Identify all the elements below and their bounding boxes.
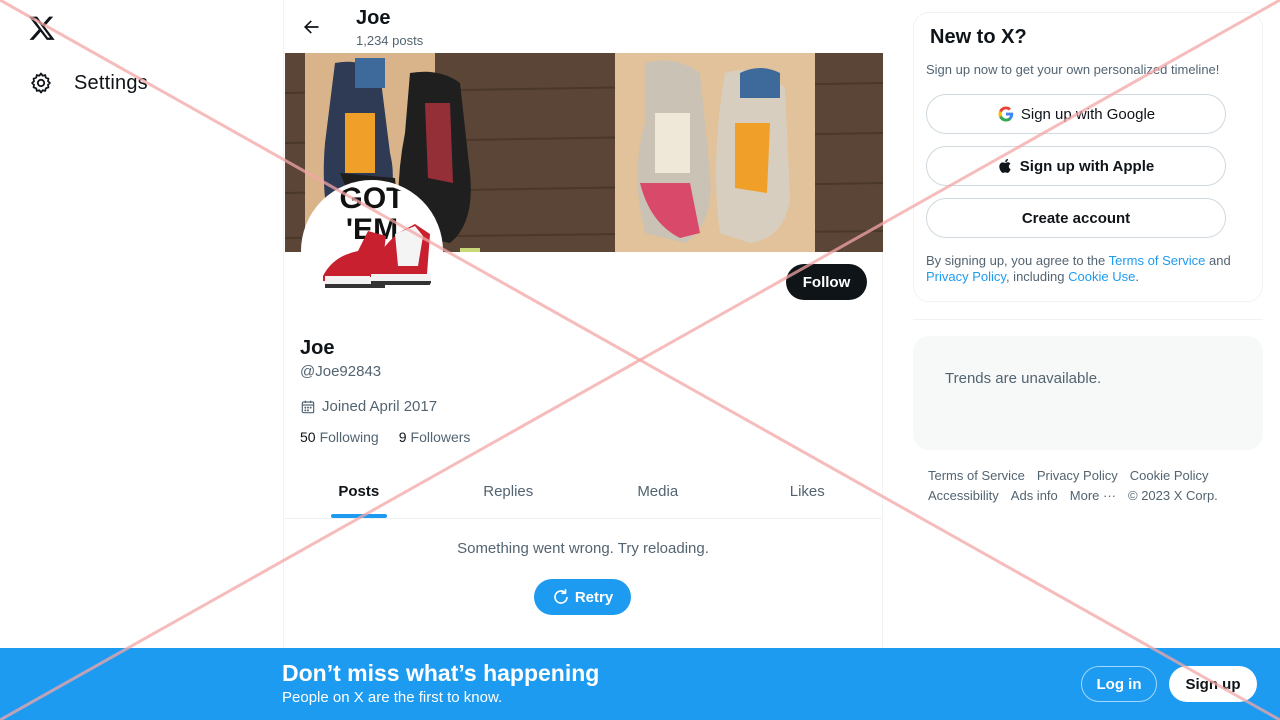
trends-unavailable-text: Trends are unavailable. bbox=[945, 370, 1102, 387]
following-link[interactable]: 50 Following bbox=[300, 429, 379, 445]
signup-apple-button[interactable]: Sign up with Apple bbox=[926, 146, 1226, 186]
apple-icon bbox=[999, 158, 1011, 173]
gear-icon bbox=[28, 70, 54, 96]
signup-subtitle: Sign up now to get your own personalized… bbox=[926, 62, 1220, 77]
sidebar-divider bbox=[913, 319, 1263, 320]
profile-handle: @Joe92843 bbox=[300, 363, 382, 380]
signup-legal-text: By signing up, you agree to the Terms of… bbox=[926, 253, 1252, 285]
privacy-link[interactable]: Privacy Policy bbox=[926, 269, 1006, 284]
footer-links: Terms of Service Privacy Policy Cookie Pol… bbox=[928, 466, 1258, 506]
avatar-image: GOT 'EM bbox=[305, 184, 439, 318]
following-count: 50 bbox=[300, 429, 316, 445]
main-column: Joe 1,234 posts GOT 'EM Follow Joe @Joe9… bbox=[283, 0, 884, 720]
signup-button[interactable]: Sign up bbox=[1169, 666, 1257, 702]
profile-header-bar: Joe 1,234 posts bbox=[284, 0, 884, 53]
bottom-signup-bar: Don’t miss what’s happening People on X … bbox=[0, 648, 1280, 720]
footer-cookie-link[interactable]: Cookie Policy bbox=[1130, 466, 1209, 486]
profile-name: Joe bbox=[300, 337, 335, 359]
footer-terms-link[interactable]: Terms of Service bbox=[928, 466, 1025, 486]
follow-stats: 50 Following 9 Followers bbox=[300, 429, 470, 445]
tab-posts[interactable]: Posts bbox=[284, 465, 434, 518]
footer-ads-link[interactable]: Ads info bbox=[1011, 486, 1058, 506]
header-name: Joe bbox=[356, 7, 391, 29]
legal-suffix: . bbox=[1135, 269, 1139, 284]
footer-privacy-link[interactable]: Privacy Policy bbox=[1037, 466, 1118, 486]
signup-apple-label: Sign up with Apple bbox=[1019, 157, 1155, 175]
google-icon bbox=[998, 106, 1014, 122]
nav-item-settings[interactable]: Settings bbox=[28, 68, 148, 98]
login-button[interactable]: Log in bbox=[1081, 666, 1157, 702]
retry-button[interactable]: Retry bbox=[534, 579, 631, 615]
create-account-button[interactable]: Create account bbox=[926, 198, 1226, 238]
retry-label: Retry bbox=[574, 588, 614, 606]
followers-label: Followers bbox=[410, 429, 471, 445]
nav-settings-label: Settings bbox=[74, 71, 148, 94]
followers-count: 9 bbox=[398, 429, 407, 445]
back-button[interactable] bbox=[296, 12, 326, 42]
signup-title: New to X? bbox=[930, 26, 1027, 48]
footer-more-link[interactable]: More ··· bbox=[1070, 486, 1116, 506]
bottom-bar-subtitle: People on X are the first to know. bbox=[282, 689, 503, 706]
legal-prefix: By signing up, you agree to the bbox=[926, 253, 1109, 268]
legal-including: , including bbox=[1005, 269, 1069, 284]
terms-link[interactable]: Terms of Service bbox=[1109, 253, 1206, 268]
cookie-use-link[interactable]: Cookie Use bbox=[1068, 269, 1135, 284]
signup-card: New to X? Sign up now to get your own pe… bbox=[913, 12, 1263, 302]
left-nav: Settings bbox=[0, 0, 283, 720]
trends-card: Trends are unavailable. bbox=[913, 336, 1263, 450]
avatar[interactable]: GOT 'EM bbox=[301, 180, 443, 322]
x-logo-icon[interactable] bbox=[28, 14, 56, 42]
header-posts-count: 1,234 posts bbox=[356, 33, 424, 48]
footer-copyright: © 2023 X Corp. bbox=[1128, 488, 1218, 503]
tab-likes[interactable]: Likes bbox=[733, 465, 883, 518]
followers-link[interactable]: 9 Followers bbox=[399, 429, 471, 445]
refresh-icon bbox=[554, 589, 568, 604]
signup-google-label: Sign up with Google bbox=[1020, 105, 1156, 123]
profile-tabs: Posts Replies Media Likes bbox=[284, 465, 882, 519]
tab-replies[interactable]: Replies bbox=[434, 465, 584, 518]
feed-error-message: Something went wrong. Try reloading. bbox=[457, 540, 709, 557]
legal-and: and bbox=[1205, 253, 1231, 268]
following-label: Following bbox=[319, 429, 379, 445]
footer-accessibility-link[interactable]: Accessibility bbox=[928, 486, 999, 506]
tab-media[interactable]: Media bbox=[583, 465, 733, 518]
follow-button[interactable]: Follow bbox=[786, 264, 867, 300]
joined-date: Joined April 2017 bbox=[300, 398, 437, 415]
avatar-text-line1: GOT bbox=[340, 184, 405, 215]
arrow-left-icon bbox=[304, 20, 319, 34]
signup-google-button[interactable]: Sign up with Google bbox=[926, 94, 1226, 134]
bottom-bar-title: Don’t miss what’s happening bbox=[282, 660, 600, 686]
calendar-icon bbox=[301, 400, 315, 413]
joined-text: Joined April 2017 bbox=[322, 398, 438, 415]
